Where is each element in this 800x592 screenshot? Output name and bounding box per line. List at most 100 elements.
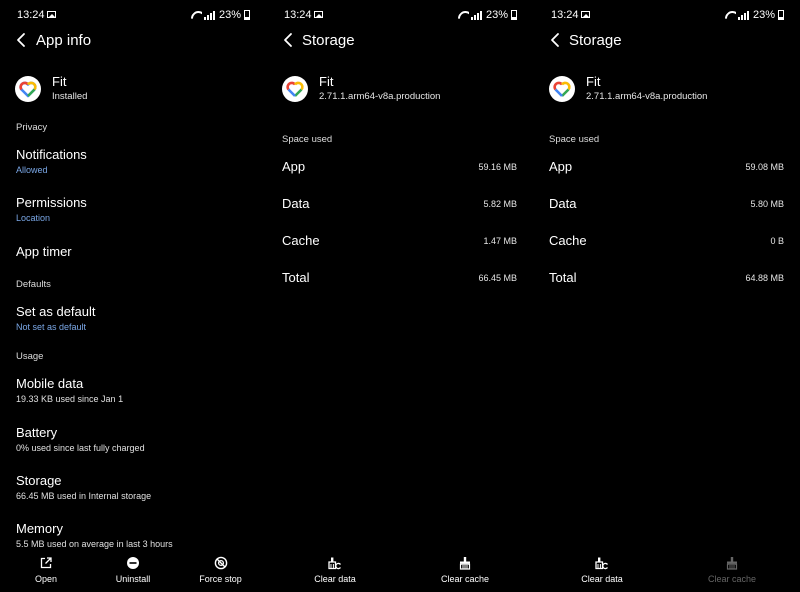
clear-data-button[interactable]: Clear data (576, 552, 628, 590)
row-label: Cache (282, 233, 320, 248)
bottom-action-bar: Clear data Clear cache (267, 552, 533, 592)
uninstall-label: Uninstall (115, 574, 151, 584)
setting-title: Permissions (16, 195, 87, 210)
app-header: Fit 2.71.1.arm64-v8a.production (282, 72, 523, 108)
bottom-action-bar: Clear data Clear cache (534, 552, 800, 592)
setting-sub: 5.5 MB used on average in last 3 hours (16, 539, 173, 549)
bottom-action-bar: Open Uninstall Force stop (0, 552, 266, 592)
storage-row-app: App 59.16 MB (282, 159, 517, 179)
clear-cache-icon (459, 557, 471, 570)
clear-cache-icon (726, 557, 738, 570)
status-time: 13:24 (551, 9, 579, 21)
force-stop-button[interactable]: Force stop (193, 552, 248, 590)
image-notification-icon (581, 11, 590, 18)
storage-row-cache: Cache 0 B (549, 233, 784, 253)
app-name: Fit (586, 74, 601, 89)
mobile-data-setting[interactable]: Mobile data 19.33 KB used since Jan 1 (16, 376, 256, 404)
row-value: 5.80 MB (750, 199, 784, 209)
row-value: 1.47 MB (483, 236, 517, 246)
row-value: 0 B (770, 236, 784, 246)
battery-icon (778, 10, 784, 20)
row-label: Data (549, 196, 577, 211)
setting-title: Storage (16, 473, 62, 488)
row-value: 66.45 MB (478, 273, 517, 283)
page-title: App info (36, 32, 92, 49)
clear-data-label: Clear data (314, 574, 356, 584)
back-arrow-icon[interactable] (280, 30, 300, 50)
row-label: App (549, 159, 573, 174)
setting-sub: 66.45 MB used in Internal storage (16, 491, 152, 501)
battery-setting[interactable]: Battery 0% used since last fully charged (16, 425, 256, 453)
space-used-label: Space used (549, 134, 600, 145)
storage-row-total: Total 64.88 MB (549, 270, 784, 290)
storage-screen-after: 13:24 23% Storage Fit 2.71.1.arm64-v8a.p… (534, 0, 800, 592)
status-time: 13:24 (17, 9, 45, 21)
section-privacy: Privacy (16, 122, 48, 133)
fit-heart-logo (15, 76, 41, 102)
header: Storage (267, 28, 533, 54)
setting-sub: Not set as default (16, 322, 87, 332)
header: App info (0, 28, 266, 54)
uninstall-button[interactable]: Uninstall (108, 552, 158, 590)
row-value: 59.08 MB (745, 162, 784, 172)
open-external-icon (40, 557, 52, 569)
clear-cache-button-disabled: Clear cache (706, 552, 758, 590)
row-value: 59.16 MB (478, 162, 517, 172)
battery-icon (244, 10, 250, 20)
app-header: Fit 2.71.1.arm64-v8a.production (549, 72, 790, 108)
storage-screen-before: 13:24 23% Storage Fit 2.71.1.arm64-v8a.p… (267, 0, 533, 592)
row-label: App (282, 159, 306, 174)
setting-title: Set as default (16, 304, 96, 319)
app-install-status: Installed (52, 91, 88, 102)
setting-sub: Location (16, 213, 51, 223)
setting-title: Notifications (16, 147, 87, 162)
page-title: Storage (569, 32, 622, 49)
app-version: 2.71.1.arm64-v8a.production (319, 91, 441, 102)
notifications-setting[interactable]: Notifications Allowed (16, 147, 256, 175)
row-label: Total (282, 270, 310, 285)
row-label: Cache (549, 233, 587, 248)
memory-setting[interactable]: Memory 5.5 MB used on average in last 3 … (16, 521, 256, 549)
uninstall-minus-icon (127, 557, 139, 569)
back-arrow-icon[interactable] (547, 30, 567, 50)
page-title: Storage (302, 32, 355, 49)
status-bar: 13:24 23% (0, 8, 266, 24)
storage-setting[interactable]: Storage 66.45 MB used in Internal storag… (16, 473, 256, 501)
clear-data-button[interactable]: Clear data (309, 552, 361, 590)
clear-data-label: Clear data (581, 574, 623, 584)
row-label: Total (549, 270, 577, 285)
set-as-default-setting[interactable]: Set as default Not set as default (16, 304, 256, 332)
signal-icon (737, 10, 749, 20)
permissions-setting[interactable]: Permissions Location (16, 195, 256, 223)
status-time: 13:24 (284, 9, 312, 21)
row-value: 64.88 MB (745, 273, 784, 283)
wifi-icon (458, 11, 469, 20)
setting-sub: 0% used since last fully charged (16, 443, 145, 453)
signal-icon (470, 10, 482, 20)
app-info-screen: 13:24 23% App info Fit Installed Privacy… (0, 0, 266, 592)
signal-icon (203, 10, 215, 20)
storage-row-cache: Cache 1.47 MB (282, 233, 517, 253)
storage-row-data: Data 5.82 MB (282, 196, 517, 216)
section-usage: Usage (16, 351, 44, 362)
app-name: Fit (319, 74, 334, 89)
app-timer-setting[interactable]: App timer (16, 244, 256, 259)
clear-data-icon (328, 557, 342, 570)
storage-row-total: Total 66.45 MB (282, 270, 517, 290)
battery-percent: 23% (485, 9, 508, 21)
app-header: Fit Installed (15, 72, 256, 108)
setting-title: Memory (16, 521, 63, 536)
space-used-label: Space used (282, 134, 333, 145)
fit-heart-logo (549, 76, 575, 102)
app-version: 2.71.1.arm64-v8a.production (586, 91, 708, 102)
status-bar: 13:24 23% (267, 8, 533, 24)
setting-title: Mobile data (16, 376, 84, 391)
row-label: Data (282, 196, 310, 211)
clear-cache-label: Clear cache (707, 574, 757, 584)
back-arrow-icon[interactable] (13, 30, 33, 50)
open-label: Open (34, 574, 58, 584)
image-notification-icon (314, 11, 323, 18)
open-button[interactable]: Open (26, 552, 66, 590)
clear-cache-label: Clear cache (440, 574, 490, 584)
clear-cache-button[interactable]: Clear cache (439, 552, 491, 590)
